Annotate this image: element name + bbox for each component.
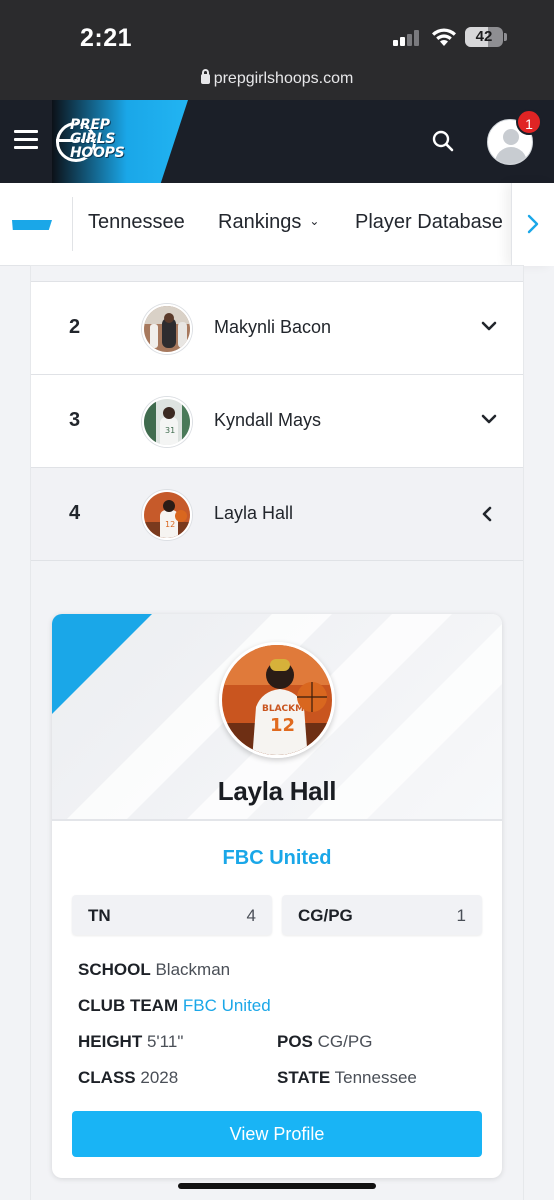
battery-icon: 42 [465, 27, 503, 47]
logo-line-2: GIRLS [70, 131, 115, 147]
svg-text:12: 12 [270, 715, 295, 736]
chevron-right-icon [527, 214, 539, 234]
subnav-rankings[interactable]: Rankings ⌄ [218, 211, 319, 234]
url-text: prepgirlshoops.com [213, 70, 354, 87]
subnav-scroll-right-button[interactable] [511, 183, 554, 266]
state-rank-stat: TN 4 [72, 895, 272, 935]
school-info: SCHOOL Blackman [78, 960, 231, 979]
lock-icon [200, 69, 210, 84]
menu-icon[interactable] [14, 130, 38, 150]
notification-badge: 1 [516, 109, 542, 135]
subnav-player-database[interactable]: Player Database [355, 211, 503, 234]
chevron-down-icon[interactable] [481, 413, 497, 425]
logo-line-3: HOOPS [70, 145, 125, 161]
club-team-info: CLUB TEAM FBC United [78, 996, 271, 1015]
position-info: POS CG/PG [277, 1032, 373, 1051]
view-profile-button[interactable]: View Profile [72, 1111, 482, 1157]
player-photo: 31 [142, 397, 192, 447]
subnav-tennessee[interactable]: Tennessee [88, 211, 185, 234]
browser-status-bar: 2:21 42 prepgirlshoops.com [0, 0, 554, 100]
position-rank-stat: CG/PG 1 [282, 895, 482, 935]
home-indicator[interactable] [178, 1183, 376, 1189]
cellular-signal-icon [393, 30, 423, 46]
ranking-row[interactable]: 2 Makynli Bacon [31, 282, 523, 375]
rank-number: 2 [69, 316, 81, 338]
player-name: Layla Hall [214, 503, 294, 523]
player-name: Makynli Bacon [214, 317, 332, 337]
player-photo [142, 304, 192, 354]
chevron-down-icon[interactable] [481, 320, 497, 332]
search-icon[interactable] [432, 130, 454, 152]
rank-number: 3 [69, 409, 81, 431]
clock: 2:21 [80, 24, 133, 52]
tennessee-state-icon[interactable] [12, 220, 52, 230]
chevron-down-icon: ⌄ [309, 214, 320, 228]
player-name: Kyndall Mays [214, 410, 322, 430]
rank-number: 4 [69, 502, 81, 524]
site-logo[interactable]: PREP GIRLS HOOPS [56, 118, 138, 166]
player-club-link[interactable]: FBC United [52, 847, 502, 870]
class-info: CLASS 2028 [78, 1068, 179, 1087]
logo-line-1: PREP [70, 117, 110, 133]
svg-text:12: 12 [165, 520, 175, 529]
player-card: BLACKMAN 12 Layla Hall FBC United TN 4 C… [52, 614, 502, 1178]
player-photo-large: BLACKMAN 12 [219, 642, 335, 758]
state-info: STATE Tennessee [277, 1068, 417, 1087]
height-info: HEIGHT 5'11" [78, 1032, 184, 1051]
chevron-left-icon[interactable] [481, 506, 493, 522]
club-team-link[interactable]: FBC United [183, 996, 271, 1015]
player-card-name: Layla Hall [217, 776, 337, 806]
address-bar[interactable]: prepgirlshoops.com [0, 69, 554, 88]
svg-text:31: 31 [165, 426, 175, 435]
ranking-row[interactable]: 3 31 Kyndall Mays [31, 375, 523, 468]
ranking-row[interactable]: 4 12 Layla Hall [31, 468, 523, 561]
wifi-icon [432, 28, 456, 46]
player-photo: 12 [142, 490, 192, 540]
